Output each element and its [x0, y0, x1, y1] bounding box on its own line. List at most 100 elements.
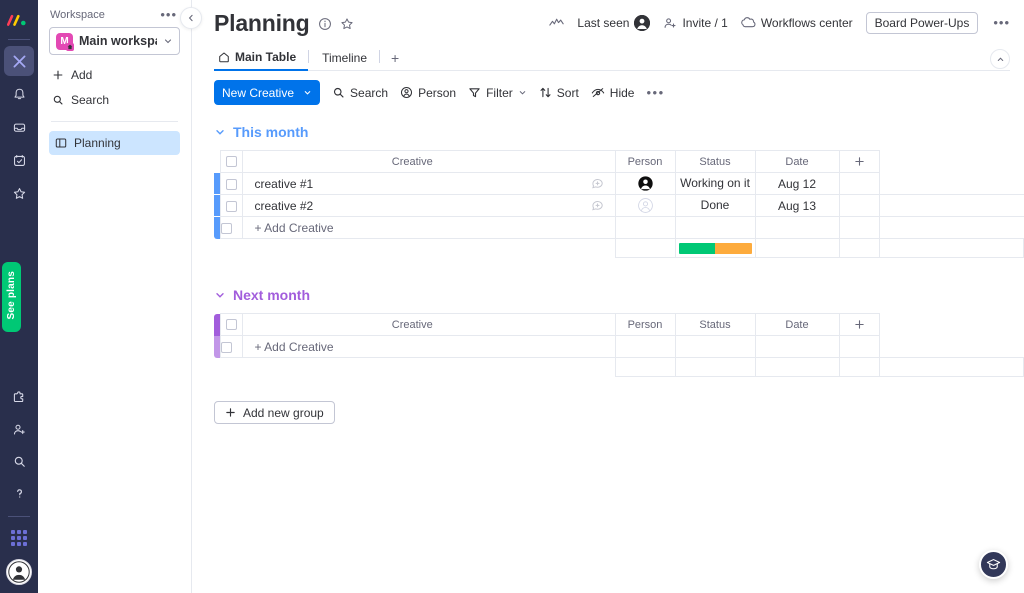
add-row-checkbox[interactable]: [220, 223, 232, 235]
column-header-date[interactable]: Date: [755, 313, 840, 336]
person-filter-button[interactable]: Person: [400, 86, 456, 100]
column-header-status[interactable]: Status: [675, 313, 756, 336]
row-date-cell[interactable]: Aug 13: [755, 194, 840, 217]
board-more-button[interactable]: •••: [991, 16, 1012, 29]
select-all-checkbox-cell: [219, 313, 243, 336]
invite-button[interactable]: Invite / 1: [663, 16, 728, 30]
column-header-status[interactable]: Status: [675, 150, 756, 173]
plus-icon: [225, 407, 236, 418]
search-button[interactable]: Search: [332, 86, 388, 100]
column-header-person[interactable]: Person: [615, 150, 676, 173]
add-row-checkbox[interactable]: [220, 342, 232, 354]
tab-main-table[interactable]: Main Table: [214, 45, 309, 71]
table-header-row: Creative Person Status Date: [214, 313, 1024, 336]
chevron-down-icon[interactable]: [214, 126, 226, 138]
sidebar-search-button[interactable]: Search: [49, 89, 180, 111]
row-person-cell[interactable]: [615, 194, 676, 217]
add-row-status-cell: [675, 216, 756, 239]
add-creative-button[interactable]: + Add Creative: [242, 216, 582, 239]
row-spacer-cell: [879, 172, 1024, 195]
academy-icon[interactable]: [979, 550, 1008, 579]
workspace-name: Main workspace: [79, 34, 157, 48]
row-name-cell[interactable]: creative #1: [242, 172, 582, 195]
row-status-cell[interactable]: Working on it: [675, 172, 756, 195]
hide-button[interactable]: Hide: [591, 86, 634, 100]
avatar[interactable]: [6, 559, 32, 585]
add-new-group-label: Add new group: [243, 405, 324, 420]
sidebar-item-notifications[interactable]: [4, 79, 34, 109]
workspace-selector[interactable]: M Main workspace: [49, 27, 180, 55]
add-creative-button[interactable]: + Add Creative: [242, 335, 582, 358]
row-chat-cell[interactable]: [582, 194, 616, 217]
apps-puzzle-icon[interactable]: [4, 382, 34, 412]
group-title-next-month[interactable]: Next month: [233, 287, 310, 303]
help-icon[interactable]: [4, 478, 34, 508]
new-creative-button[interactable]: New Creative: [214, 80, 321, 105]
info-icon[interactable]: [318, 17, 332, 31]
row-checkbox[interactable]: [225, 200, 237, 212]
chevron-down-icon[interactable]: [214, 289, 226, 301]
row-chat-cell[interactable]: [582, 172, 616, 195]
invite-member-icon[interactable]: [4, 414, 34, 444]
sort-button[interactable]: Sort: [539, 86, 579, 100]
see-plans-button[interactable]: See plans: [2, 262, 21, 332]
add-new-group-button[interactable]: Add new group: [214, 401, 335, 424]
last-seen[interactable]: Last seen: [577, 15, 651, 31]
sidebar-item-favorites[interactable]: [4, 178, 34, 208]
workspace-more-button[interactable]: •••: [158, 8, 179, 21]
add-item-row[interactable]: + Add Creative: [214, 216, 1024, 239]
add-column-button[interactable]: [839, 313, 880, 336]
sidebar-item-my-work[interactable]: [4, 145, 34, 175]
star-icon[interactable]: [340, 17, 354, 31]
tab-timeline[interactable]: Timeline: [318, 45, 379, 71]
column-header-spacer: [879, 150, 1024, 173]
filter-button[interactable]: Filter: [468, 86, 527, 100]
select-all-checkbox[interactable]: [225, 156, 237, 168]
add-column-button[interactable]: [839, 150, 880, 173]
row-person-cell[interactable]: [615, 172, 676, 195]
group-gap: [214, 258, 1024, 285]
summary-spacer-1: [220, 238, 242, 258]
toolbar-more-button[interactable]: •••: [646, 86, 664, 99]
summary-date-cell: [754, 238, 840, 258]
sidebar-item-planning[interactable]: Planning: [49, 131, 180, 155]
column-header-chat: [582, 313, 616, 336]
row-name-cell[interactable]: creative #2: [242, 194, 582, 217]
add-row-extra-cell: [839, 335, 880, 358]
add-tab-button[interactable]: +: [389, 50, 407, 66]
group-next-month: Next month Creative Person Status Date +…: [214, 285, 1024, 377]
add-item-row[interactable]: + Add Creative: [214, 335, 1024, 358]
sidebar-collapse-button[interactable]: [180, 7, 202, 29]
column-header-date[interactable]: Date: [755, 150, 840, 173]
table-row[interactable]: creative #2 Done Aug 13: [214, 194, 1024, 217]
search-icon[interactable]: [4, 446, 34, 476]
column-header-person[interactable]: Person: [615, 313, 676, 336]
row-checkbox[interactable]: [225, 178, 237, 190]
group-title-this-month[interactable]: This month: [233, 124, 308, 140]
collapse-header-button[interactable]: [990, 49, 1010, 69]
table-row[interactable]: creative #1 Working on it Aug 12: [214, 172, 1024, 195]
summary-spacer-cell: [878, 357, 1024, 377]
board-tabs: Main Table Timeline +: [214, 45, 1010, 71]
workflows-center-button[interactable]: Workflows center: [741, 16, 853, 30]
column-header-creative[interactable]: Creative: [242, 150, 582, 173]
board-power-ups-button[interactable]: Board Power-Ups: [865, 12, 979, 34]
board-header-actions: Last seen Invite / 1 Workflows center Bo…: [549, 12, 1012, 34]
sort-icon: [539, 86, 552, 99]
workflows-icon: [741, 16, 756, 30]
row-date-cell[interactable]: Aug 12: [755, 172, 840, 195]
sidebar-item-inbox[interactable]: [4, 112, 34, 142]
add-button[interactable]: Add: [49, 64, 180, 86]
column-header-creative[interactable]: Creative: [242, 313, 582, 336]
group-table-this-month: Creative Person Status Date creative #1 …: [214, 150, 1024, 258]
select-all-checkbox[interactable]: [225, 319, 237, 331]
sidebar-item-workspace[interactable]: [4, 46, 34, 76]
tab-divider-2: [379, 50, 381, 63]
row-status-cell[interactable]: Done: [675, 194, 756, 217]
select-all-checkbox-cell: [219, 150, 243, 173]
summary-date-cell: [754, 357, 840, 377]
chat-add-icon: [582, 177, 615, 191]
activity-icon[interactable]: [549, 17, 565, 29]
app-grid-icon[interactable]: [4, 523, 34, 553]
monday-logo-icon[interactable]: [6, 9, 32, 31]
